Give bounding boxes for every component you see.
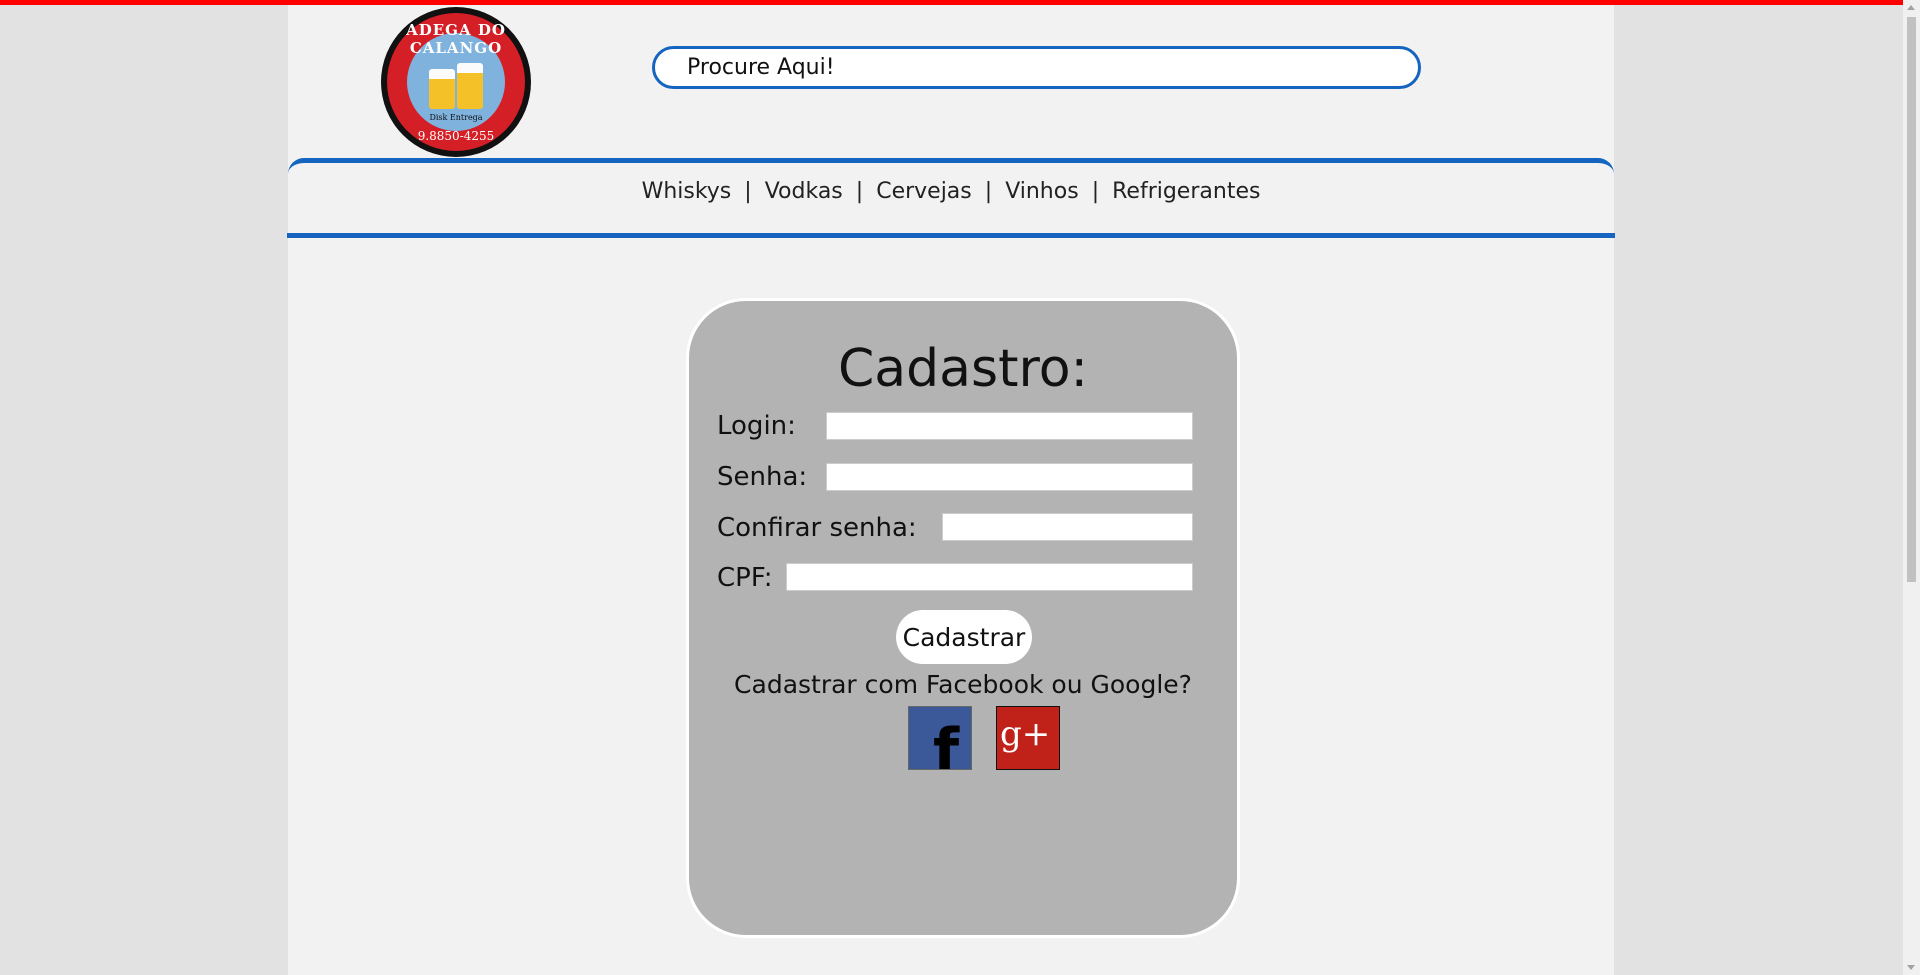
facebook-glyph: f — [933, 716, 960, 769]
nav-separator: | — [1091, 179, 1100, 204]
scroll-down-arrow-icon[interactable] — [1907, 965, 1915, 970]
signup-panel: Cadastro: Login: Senha: Confirar senha: … — [686, 298, 1240, 938]
password-field[interactable] — [826, 463, 1193, 491]
nav-item-whiskys[interactable]: Whiskys — [642, 179, 732, 204]
logo-phone: 9.8850-4255 — [417, 129, 495, 143]
cpf-label: CPF: — [717, 563, 773, 593]
cadastrar-button[interactable]: Cadastrar — [896, 610, 1032, 664]
vertical-scrollbar[interactable] — [1903, 0, 1920, 975]
login-field[interactable] — [826, 412, 1193, 440]
page-title: Cadastro: — [837, 339, 1089, 399]
social-signup-prompt: Cadastrar com Facebook ou Google? — [734, 670, 1192, 699]
nav-item-cervejas[interactable]: Cervejas — [876, 179, 972, 204]
nav-item-vinhos[interactable]: Vinhos — [1005, 179, 1079, 204]
search-input[interactable] — [652, 46, 1421, 89]
logo-tagline: Disk Entrega — [429, 113, 483, 122]
nav-separator: | — [984, 179, 993, 204]
google-plus-glyph: g+ — [1000, 714, 1050, 754]
cpf-field[interactable] — [786, 563, 1193, 591]
confirm-password-field[interactable] — [942, 513, 1193, 541]
nav-item-vodkas[interactable]: Vodkas — [765, 179, 843, 204]
confirm-password-label: Confirar senha: — [717, 513, 917, 543]
login-label: Login: — [717, 411, 796, 441]
senha-label: Senha: — [717, 462, 808, 492]
nav-separator: | — [744, 179, 752, 204]
beer-mug-icon — [457, 63, 483, 109]
google-plus-icon[interactable]: g+ — [996, 706, 1060, 770]
category-nav: Whiskys | Vodkas | Cervejas | Vinhos | R… — [288, 179, 1614, 204]
nav-item-refrigerantes[interactable]: Refrigerantes — [1112, 179, 1260, 204]
scroll-up-arrow-icon[interactable] — [1907, 5, 1915, 10]
site-logo[interactable]: ADEGA DO CALANGO Disk Entrega 9.8850-425… — [381, 7, 531, 157]
facebook-icon[interactable]: f — [908, 706, 972, 786]
page-container: ADEGA DO CALANGO Disk Entrega 9.8850-425… — [287, 5, 1615, 975]
beer-mug-icon — [429, 69, 455, 109]
nav-separator: | — [855, 179, 864, 204]
scrollbar-thumb[interactable] — [1907, 17, 1916, 582]
logo-name: ADEGA DO CALANGO — [406, 21, 506, 57]
